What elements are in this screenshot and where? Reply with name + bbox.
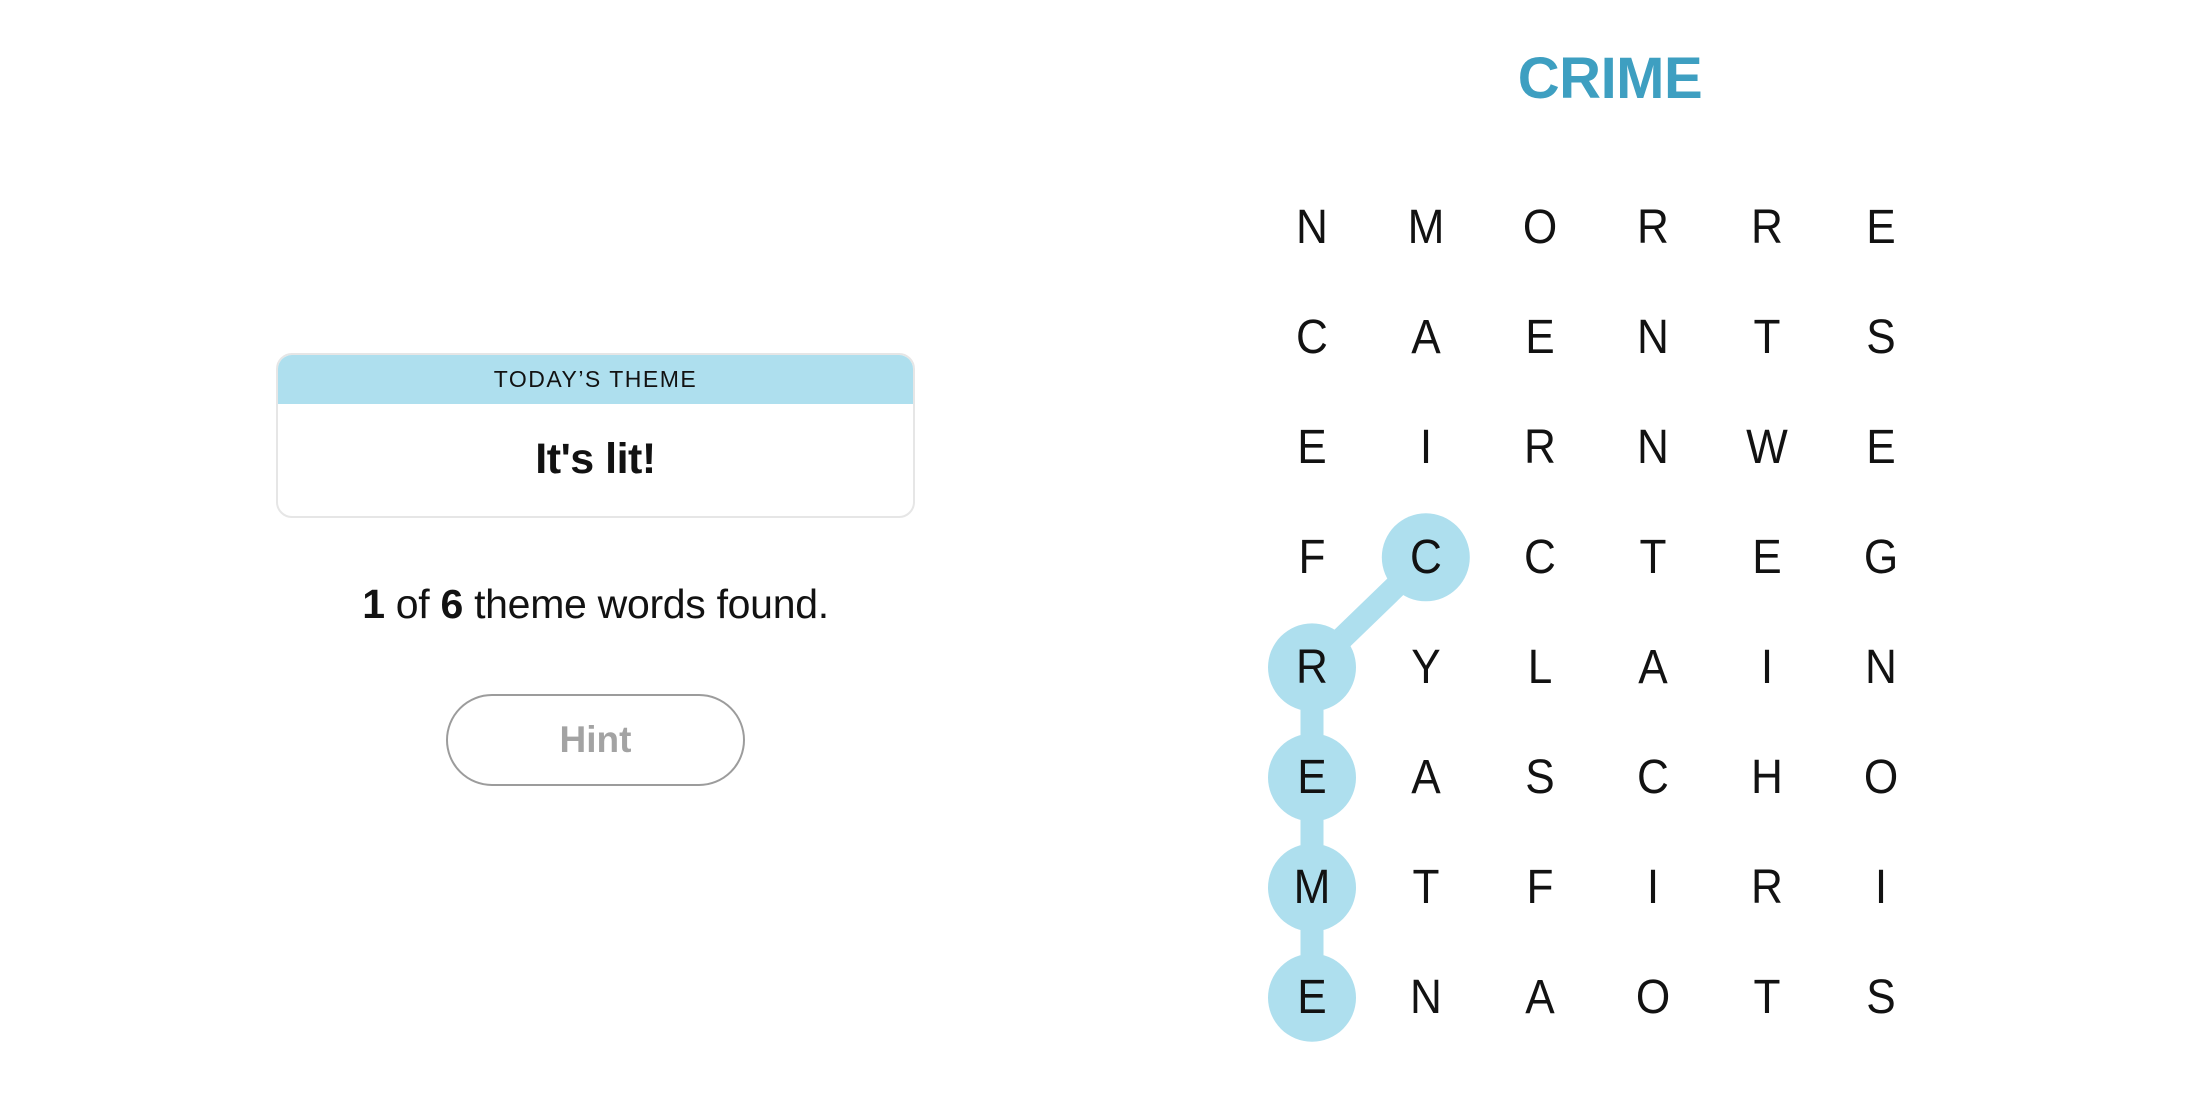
theme-card: TODAY’S THEME It's lit!	[276, 353, 915, 518]
letter-tile[interactable]: E	[1840, 182, 1923, 272]
letter-tile[interactable]: C	[1271, 292, 1354, 382]
letter-tile[interactable]: O	[1498, 182, 1581, 272]
letter-tile[interactable]: E	[1271, 402, 1354, 492]
letter-tile[interactable]: H	[1726, 733, 1809, 823]
letter-tile[interactable]: C	[1612, 733, 1695, 823]
letter-tile[interactable]: R	[1726, 182, 1809, 272]
letter-tile[interactable]: N	[1612, 292, 1695, 382]
letter-tile[interactable]: N	[1840, 622, 1923, 712]
letter-tile[interactable]: T	[1726, 292, 1809, 382]
letter-tile[interactable]: A	[1384, 733, 1467, 823]
of-label: of	[395, 581, 430, 627]
letter-grid: NMORRECAENTSEIRNWEFCCTEGRYLAINEASCHOMTFI…	[0, 0, 2200, 1100]
letter-tile[interactable]: O	[1840, 733, 1923, 823]
letter-tile[interactable]: A	[1384, 292, 1467, 382]
letter-tile[interactable]: S	[1840, 953, 1923, 1043]
letter-tile[interactable]: O	[1612, 953, 1695, 1043]
letter-tile[interactable]: N	[1271, 182, 1354, 272]
theme-words-progress: 1 of 6 theme words found.	[276, 574, 915, 634]
current-word: CRIME	[1517, 46, 1703, 111]
letter-tile[interactable]: R	[1498, 402, 1581, 492]
letter-tile[interactable]: F	[1498, 843, 1581, 933]
letter-tile[interactable]: N	[1612, 402, 1695, 492]
hint-button[interactable]: Hint	[446, 694, 745, 786]
letter-tile[interactable]: R	[1726, 843, 1809, 933]
letter-tile[interactable]: G	[1840, 512, 1923, 602]
letter-tile[interactable]: E	[1726, 512, 1809, 602]
total-count: 6	[440, 581, 463, 627]
letter-tile[interactable]: T	[1726, 953, 1809, 1043]
letter-tile[interactable]: S	[1840, 292, 1923, 382]
letter-tile-selected[interactable]: M	[1271, 843, 1354, 933]
theme-value: It's lit!	[535, 434, 656, 483]
letter-tile[interactable]: N	[1384, 953, 1467, 1043]
letter-tile[interactable]: W	[1726, 402, 1809, 492]
found-count: 1	[362, 581, 385, 627]
letter-tile[interactable]: M	[1384, 182, 1467, 272]
letter-tile-selected[interactable]: E	[1271, 953, 1354, 1043]
progress-suffix: theme words found.	[474, 581, 829, 627]
letter-tile[interactable]: E	[1498, 292, 1581, 382]
letter-tile[interactable]: E	[1840, 402, 1923, 492]
theme-header: TODAY’S THEME	[278, 355, 913, 404]
letter-tile[interactable]: A	[1612, 622, 1695, 712]
letter-tile[interactable]: I	[1384, 402, 1467, 492]
letter-tile[interactable]: L	[1498, 622, 1581, 712]
letter-tile[interactable]: I	[1726, 622, 1809, 712]
letter-tile-selected[interactable]: E	[1271, 733, 1354, 823]
letter-tile[interactable]: T	[1612, 512, 1695, 602]
letter-tile[interactable]: T	[1384, 843, 1467, 933]
letter-tile[interactable]: R	[1612, 182, 1695, 272]
letter-tile[interactable]: F	[1271, 512, 1354, 602]
letter-tile[interactable]: I	[1612, 843, 1695, 933]
letter-tile[interactable]: S	[1498, 733, 1581, 823]
letter-tile-selected[interactable]: C	[1384, 512, 1467, 602]
letter-tile[interactable]: I	[1840, 843, 1923, 933]
theme-body: It's lit!	[278, 404, 913, 516]
letter-tile[interactable]: A	[1498, 953, 1581, 1043]
letter-tile[interactable]: Y	[1384, 622, 1467, 712]
letter-tile[interactable]: C	[1498, 512, 1581, 602]
letter-tile-selected[interactable]: R	[1271, 622, 1354, 712]
